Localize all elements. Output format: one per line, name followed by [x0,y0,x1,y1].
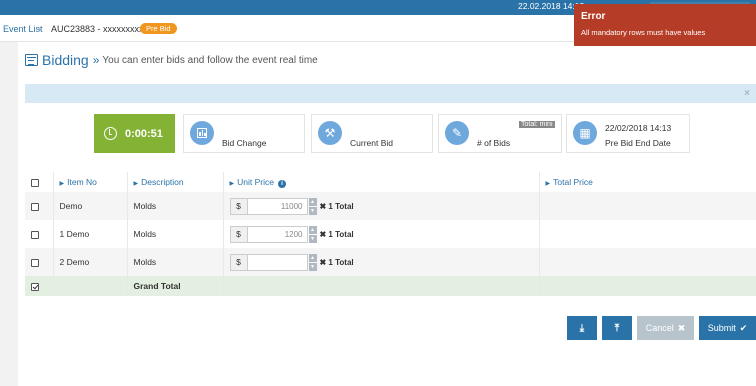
row-checkbox[interactable] [31,230,39,239]
info-bar: × [25,84,756,103]
toast-message: All mandatory rows must have values [581,28,706,37]
submit-button[interactable]: Submit ✔ [699,316,756,340]
num-bids-card: ✎ Total: mini # of Bids [438,114,562,153]
upload-icon: ⤒ [614,322,620,334]
item-no-cell: Demo [52,192,127,220]
page-title: Bidding [42,52,89,68]
total-price-cell [538,220,756,248]
info-icon[interactable]: i [277,179,286,188]
total-price-cell [538,248,756,276]
price-stepper[interactable]: ▲ ▼ [308,253,317,271]
calendar-icon: ▦ [573,121,597,145]
header-description[interactable]: ▶ Description [126,172,223,192]
grand-total-checkbox[interactable] [31,282,39,291]
end-date-card: ▦ 22/02/2018 14:13 Pre Bid End Date [566,114,690,153]
timer-value: 0:00:51 [125,127,163,140]
page-header: Bidding » You can enter bids and follow … [25,52,318,68]
grand-total-row: Grand Total [25,276,756,296]
price-input[interactable]: 1200 [247,225,308,243]
status-badge: Pre Bid [140,23,177,34]
download-button[interactable]: ⤓ [567,316,597,340]
table-row: Demo Molds $ 11000 ▲ ▼ ✖ 1 Total [25,192,756,220]
currency-label: $ [229,197,248,215]
bid-change-label: Bid Change [222,138,267,148]
table-row: 2 Demo Molds $ ▲ ▼ ✖ 1 Total [25,248,756,276]
current-bid-card: ⚒ Current Bid [311,114,433,153]
breadcrumb-event-list[interactable]: Event List [3,24,43,34]
quantity-label: ✖ 1 Total [319,201,354,211]
price-input[interactable]: 11000 [247,197,308,215]
table-row: 1 Demo Molds $ 1200 ▲ ▼ ✖ 1 Total [25,220,756,248]
quantity-label: ✖ 1 Total [319,257,354,267]
num-bids-label: # of Bids [477,138,511,148]
total-price-cell [538,192,756,220]
select-all-cell [25,172,53,192]
submit-label: Submit [707,323,736,333]
cancel-label: Cancel [645,323,674,333]
header-unit-price[interactable]: ▶ Unit Price i [222,172,539,192]
header-total-price[interactable]: ▶ Total Price [538,172,756,192]
currency-label: $ [229,253,248,271]
end-date-label: Pre Bid End Date [605,138,671,148]
gavel-icon: ⚒ [318,121,342,145]
close-icon[interactable]: × [744,88,750,99]
row-checkbox[interactable] [31,258,39,267]
bid-change-card: Bid Change [183,114,305,153]
toast-title: Error [581,11,606,22]
breadcrumb-separator: › [38,24,41,34]
clock-icon [104,127,117,140]
left-strip [0,42,18,386]
price-stepper[interactable]: ▲ ▼ [308,225,317,243]
description-cell: Molds [126,192,223,220]
upload-button[interactable]: ⤒ [602,316,632,340]
title-arrow: » [92,53,100,67]
row-checkbox[interactable] [31,202,39,211]
timer-card: 0:00:51 [94,114,175,153]
description-cell: Molds [126,220,223,248]
items-table: ▶ Item No ▶ Description ▶ Unit Price i ▶ Tota… [25,172,756,296]
download-icon: ⤓ [579,322,585,334]
header-item-no[interactable]: ▶ Item No [52,172,127,192]
currency-label: $ [229,225,248,243]
item-no-cell: 2 Demo [52,248,127,276]
total-tag: Total: mini [519,121,555,128]
price-stepper[interactable]: ▲ ▼ [308,197,317,215]
breadcrumb-event-id: AUC23883 - xxxxxxxxxxx [51,24,153,34]
current-bid-label: Current Bid [350,138,393,148]
price-input[interactable] [247,253,308,271]
select-all-checkbox[interactable] [31,178,39,187]
quantity-label: ✖ 1 Total [319,229,354,239]
check-icon: ✔ [739,322,748,333]
unit-price-cell: $ 1200 ▲ ▼ ✖ 1 Total [222,220,539,248]
close-icon: ✖ [677,322,686,333]
unit-price-cell: $ ▲ ▼ ✖ 1 Total [222,248,539,276]
grand-total-label: Grand Total [126,276,223,296]
description-cell: Molds [126,248,223,276]
page-subtitle: You can enter bids and follow the event … [102,54,318,66]
cancel-button[interactable]: Cancel ✖ [637,316,694,340]
unit-price-cell: $ 11000 ▲ ▼ ✖ 1 Total [222,192,539,220]
bar-chart-icon [190,121,214,145]
table-header: ▶ Item No ▶ Description ▶ Unit Price i ▶ Tota… [25,172,756,192]
error-toast[interactable]: Error All mandatory rows must have value… [574,4,756,46]
calendar-icon [25,54,38,66]
end-date-value: 22/02/2018 14:13 [605,123,672,133]
item-no-cell: 1 Demo [52,220,127,248]
edit-icon: ✎ [445,121,469,145]
